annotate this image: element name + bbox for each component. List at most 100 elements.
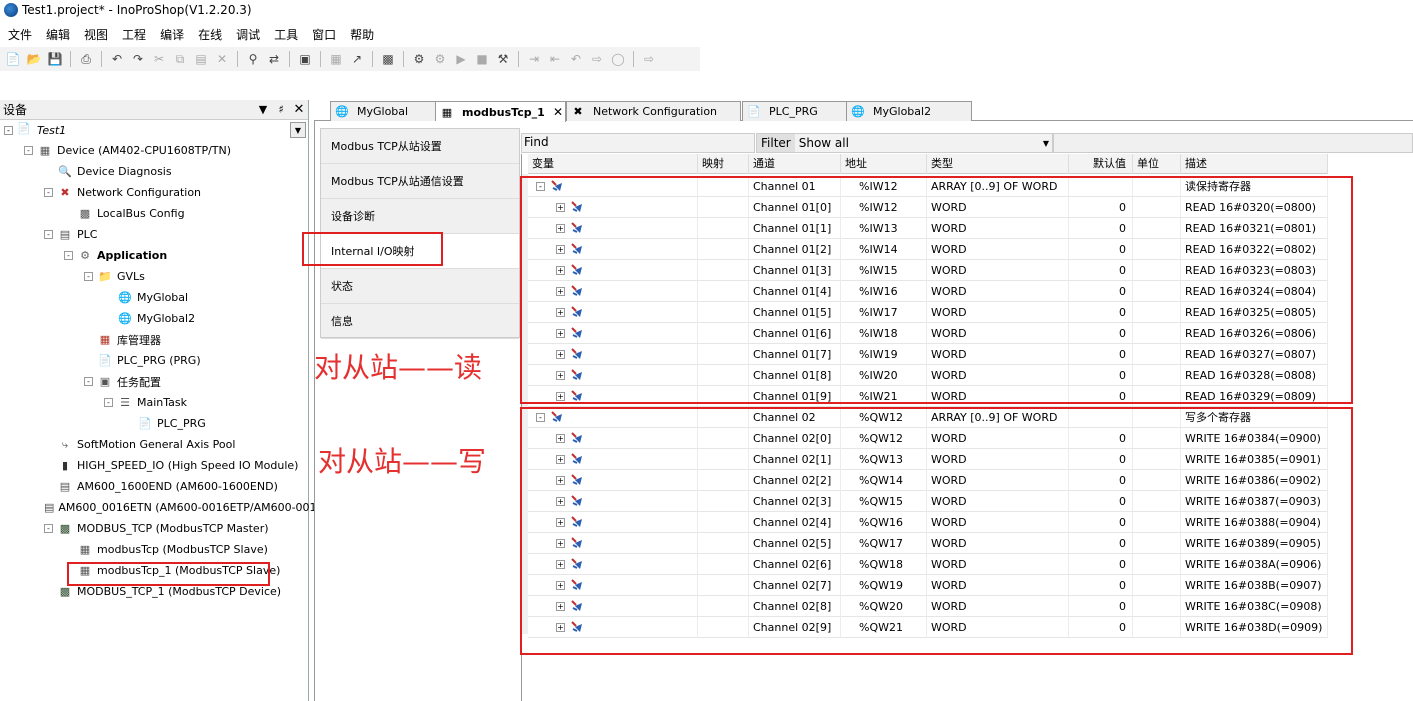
table-row[interactable]: + Channel 02[6] %QW18 WORD 0 WRITE 16#038A(=0…	[528, 554, 1328, 575]
expand-icon[interactable]: +	[556, 434, 565, 443]
table-row[interactable]: + Channel 02[5] %QW17 WORD 0 WRITE 16#0389(=0…	[528, 533, 1328, 554]
stop-icon[interactable]: ■	[473, 50, 491, 68]
copy-icon[interactable]: ⧉	[171, 50, 189, 68]
pin-icon[interactable]: ♯	[272, 103, 290, 116]
expand-icon[interactable]: +	[556, 287, 565, 296]
tab-myglobal[interactable]: 🌐 MyGlobal	[330, 101, 448, 121]
menu-file[interactable]: 文件	[8, 26, 32, 43]
menu-debug[interactable]: 调试	[236, 26, 260, 43]
tree-item[interactable]: 🔍 Device Diagnosis	[0, 161, 308, 182]
collapse-icon[interactable]: -	[104, 398, 113, 407]
chevron-down-icon[interactable]: ▼	[1043, 139, 1052, 148]
table-row[interactable]: + Channel 01[9] %IW21 WORD 0 READ 16#0329(=08…	[528, 386, 1328, 407]
delete-icon[interactable]: ✕	[213, 50, 231, 68]
tree-item[interactable]: - ✖ Network Configuration	[0, 182, 308, 203]
expand-icon[interactable]: +	[556, 224, 565, 233]
tree-item[interactable]: ▤ AM600_0016ETN (AM600-0016ETP/AM600-0016	[0, 497, 324, 518]
collapse-icon[interactable]: -	[24, 146, 33, 155]
tree-dropdown-icon[interactable]: ▼	[290, 122, 306, 138]
expand-icon[interactable]: +	[556, 581, 565, 590]
reset-icon[interactable]: ⚒	[494, 50, 512, 68]
nav-slave-settings[interactable]: Modbus TCP从站设置	[321, 129, 519, 164]
collapse-icon[interactable]: -	[4, 125, 13, 135]
run-to-cursor-icon[interactable]: ⇨	[588, 50, 606, 68]
save-icon[interactable]: 💾	[46, 50, 64, 68]
table-row[interactable]: - Channel 01 %IW12 ARRAY [0..9] OF WORD 读保持寄…	[528, 176, 1328, 197]
tree-item[interactable]: - ▦ Device (AM402-CPU1608TP/TN)	[0, 140, 308, 161]
table-row[interactable]: + Channel 01[3] %IW15 WORD 0 READ 16#0323(=08…	[528, 260, 1328, 281]
menu-build[interactable]: 编译	[160, 26, 184, 43]
forward-icon[interactable]: ⇨	[640, 50, 658, 68]
col-address[interactable]: 地址	[841, 154, 927, 174]
tab-network-configuration[interactable]: ✖ Network Configuration	[566, 101, 741, 121]
expand-icon[interactable]: +	[556, 371, 565, 380]
tree-item[interactable]: - 📁 GVLs	[0, 266, 308, 287]
tree-item[interactable]: ⤷ SoftMotion General Axis Pool	[0, 434, 308, 455]
tree-item[interactable]: ▮ HIGH_SPEED_IO (High Speed IO Module)	[0, 455, 308, 476]
logout-icon[interactable]: ⚙	[431, 50, 449, 68]
nav-slave-comm-settings[interactable]: Modbus TCP从站通信设置	[321, 164, 519, 199]
expand-icon[interactable]: +	[556, 203, 565, 212]
table-row[interactable]: + Channel 01[1] %IW13 WORD 0 READ 16#0321(=08…	[528, 218, 1328, 239]
tree-item[interactable]: ▤ AM600_1600END (AM600-1600END)	[0, 476, 308, 497]
expand-icon[interactable]: +	[556, 497, 565, 506]
tree-item[interactable]: ▦ 库管理器	[0, 329, 308, 350]
table-row[interactable]: + Channel 02[9] %QW21 WORD 0 WRITE 16#038D(=0…	[528, 617, 1328, 638]
export-icon[interactable]: ↗	[348, 50, 366, 68]
run-icon[interactable]: ▶	[452, 50, 470, 68]
table-row[interactable]: + Channel 02[7] %QW19 WORD 0 WRITE 16#038B(=0…	[528, 575, 1328, 596]
table-row[interactable]: + Channel 02[1] %QW13 WORD 0 WRITE 16#0385(=0…	[528, 449, 1328, 470]
collapse-icon[interactable]: -	[536, 413, 545, 422]
undo-icon[interactable]: ↶	[108, 50, 126, 68]
find-input[interactable]	[521, 133, 755, 153]
breakpoint-icon[interactable]: ◯	[609, 50, 627, 68]
col-type[interactable]: 类型	[927, 154, 1069, 174]
table-row[interactable]: + Channel 01[8] %IW20 WORD 0 READ 16#0328(=08…	[528, 365, 1328, 386]
expand-icon[interactable]: +	[556, 518, 565, 527]
nav-internal-io-mapping[interactable]: Internal I/O映射	[321, 234, 519, 269]
compile-icon[interactable]: ▩	[379, 50, 397, 68]
expand-icon[interactable]: +	[556, 266, 565, 275]
tab-close-icon[interactable]: ✕	[553, 105, 563, 119]
tree-item[interactable]: - ▩ MODBUS_TCP (ModbusTCP Master)	[0, 518, 308, 539]
step-out-icon[interactable]: ↶	[567, 50, 585, 68]
expand-icon[interactable]: +	[556, 350, 565, 359]
table-row[interactable]: + Channel 01[6] %IW18 WORD 0 READ 16#0326(=08…	[528, 323, 1328, 344]
expand-icon[interactable]: +	[556, 560, 565, 569]
tree-root[interactable]: - 📄 Test1 ▼	[0, 120, 308, 140]
open-folder-icon[interactable]: 📂	[25, 50, 43, 68]
tree-item[interactable]: - ⚙ Application	[0, 245, 308, 266]
table-row[interactable]: + Channel 01[7] %IW19 WORD 0 READ 16#0327(=08…	[528, 344, 1328, 365]
print-icon[interactable]: ⎙	[77, 50, 95, 68]
panel-dropdown-icon[interactable]: ▼	[254, 103, 272, 116]
paste-icon[interactable]: ▤	[192, 50, 210, 68]
expand-icon[interactable]: +	[556, 602, 565, 611]
tree-item[interactable]: - ▤ PLC	[0, 224, 308, 245]
tree-item[interactable]: ▩ MODBUS_TCP_1 (ModbusTCP Device)	[0, 581, 308, 602]
col-default[interactable]: 默认值	[1069, 154, 1133, 174]
table-row[interactable]: + Channel 02[0] %QW12 WORD 0 WRITE 16#0384(=0…	[528, 428, 1328, 449]
login-icon[interactable]: ⚙	[410, 50, 428, 68]
nav-status[interactable]: 状态	[321, 269, 519, 304]
expand-icon[interactable]: +	[556, 476, 565, 485]
expand-icon[interactable]: +	[556, 539, 565, 548]
tab-myglobal2[interactable]: 🌐 MyGlobal2	[846, 101, 972, 121]
window-icon[interactable]: ▣	[296, 50, 314, 68]
table-row[interactable]: + Channel 02[4] %QW16 WORD 0 WRITE 16#0388(=0…	[528, 512, 1328, 533]
col-unit[interactable]: 单位	[1133, 154, 1181, 174]
table-row[interactable]: + Channel 02[8] %QW20 WORD 0 WRITE 16#038C(=0…	[528, 596, 1328, 617]
find-icon[interactable]: ⚲	[244, 50, 262, 68]
table-row[interactable]: + Channel 01[2] %IW14 WORD 0 READ 16#0322(=08…	[528, 239, 1328, 260]
tree-item[interactable]: 🌐 MyGlobal	[0, 287, 308, 308]
tree-item[interactable]: 📄 PLC_PRG	[0, 413, 308, 434]
col-variable[interactable]: 变量	[528, 154, 698, 174]
expand-icon[interactable]: +	[556, 623, 565, 632]
tab-plc-prg[interactable]: 📄 PLC_PRG	[742, 101, 850, 121]
tree-item[interactable]: ▩ LocalBus Config	[0, 203, 308, 224]
collapse-icon[interactable]: -	[44, 188, 53, 197]
insert-icon[interactable]: ▦	[327, 50, 345, 68]
nav-device-diagnosis[interactable]: 设备诊断	[321, 199, 519, 234]
col-mapping[interactable]: 映射	[698, 154, 749, 174]
col-channel[interactable]: 通道	[749, 154, 841, 174]
tab-modbustcp-1[interactable]: ▦ modbusTcp_1 ✕	[435, 101, 566, 122]
